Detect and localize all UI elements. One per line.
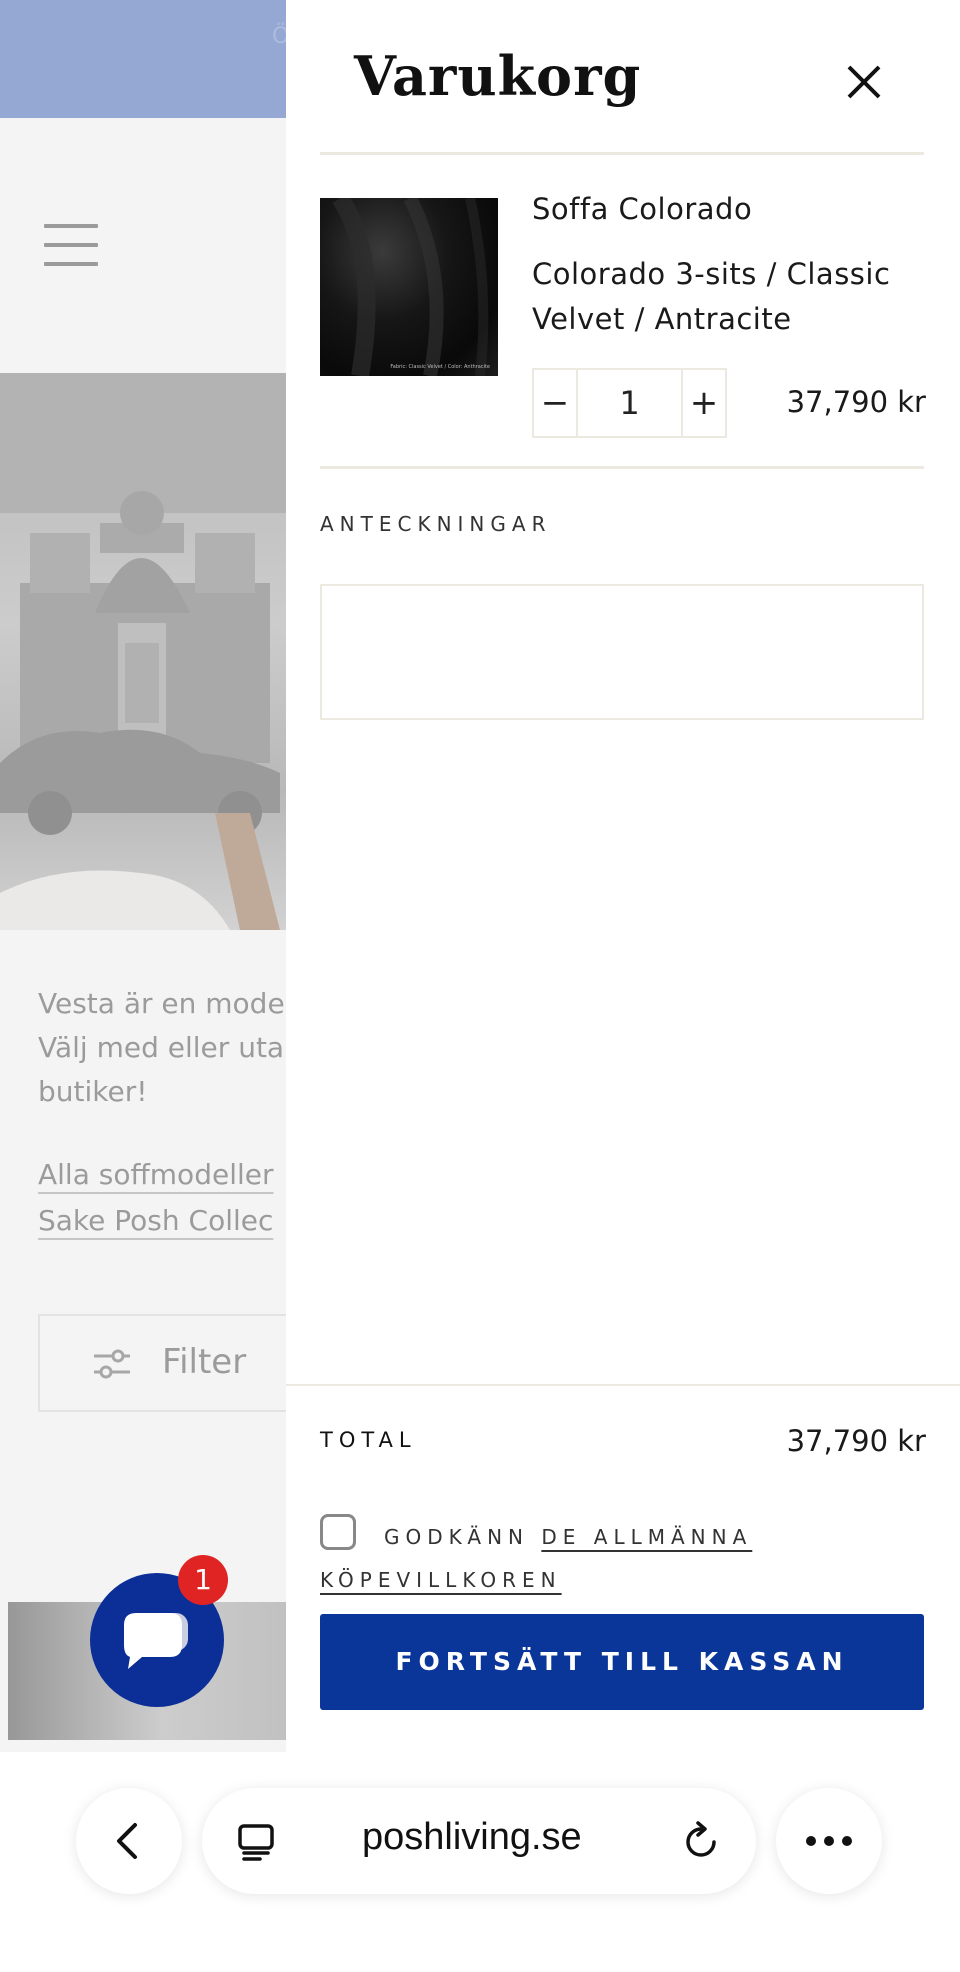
chat-notification-badge: 1 bbox=[178, 1555, 228, 1605]
tabs-overview-icon bbox=[238, 1824, 274, 1861]
image-caption: Fabric: Classic Velvet / Color: Anthraci… bbox=[390, 364, 490, 370]
announcement-overlay bbox=[0, 0, 286, 118]
total-label: TOTAL bbox=[320, 1428, 417, 1452]
back-button[interactable] bbox=[76, 1788, 182, 1894]
hamburger-menu-icon[interactable] bbox=[44, 224, 98, 266]
close-cart-button[interactable] bbox=[834, 52, 894, 112]
terms-prefix: GODKÄNN bbox=[384, 1525, 530, 1549]
reload-icon[interactable] bbox=[680, 1820, 722, 1862]
decrease-quantity-button[interactable]: − bbox=[534, 370, 578, 436]
terms-text: GODKÄNN DE ALLMÄNNA KÖPEVILLKOREN bbox=[320, 1516, 940, 1602]
filter-label: Filter bbox=[162, 1342, 247, 1382]
total-value: 37,790 kr bbox=[786, 1424, 926, 1458]
more-options-button[interactable] bbox=[776, 1788, 882, 1894]
notes-label: ANTECKNINGAR bbox=[320, 512, 552, 536]
chevron-left-icon bbox=[117, 1823, 137, 1859]
link-sake-collection[interactable]: Sake Posh Collec bbox=[38, 1198, 273, 1244]
hero-image bbox=[0, 373, 286, 930]
cart-item-image[interactable]: Fabric: Classic Velvet / Color: Anthraci… bbox=[320, 198, 498, 376]
quantity-stepper: − 1 + bbox=[532, 368, 727, 438]
cart-item-variant: Colorado 3-sits / Classic Velvet / Antra… bbox=[532, 257, 891, 336]
address-bar[interactable]: poshliving.se bbox=[202, 1788, 756, 1894]
cart-title: Varukorg bbox=[354, 44, 642, 108]
item-divider bbox=[320, 466, 924, 469]
cart-item-name[interactable]: Soffa Colorado bbox=[532, 192, 752, 226]
more-dots-icon bbox=[806, 1836, 852, 1846]
url-text: poshliving.se bbox=[362, 1816, 582, 1858]
cart-drawer: Varukorg Fabric: Classic Velvet / Color:… bbox=[286, 0, 960, 1752]
header-divider bbox=[320, 152, 924, 155]
link-all-sofas[interactable]: Alla soffmodeller bbox=[38, 1152, 273, 1198]
footer-divider bbox=[286, 1384, 960, 1386]
sliders-icon bbox=[94, 1349, 130, 1379]
browser-toolbar: poshliving.se bbox=[0, 1752, 960, 1972]
close-icon bbox=[847, 65, 881, 99]
quantity-input[interactable]: 1 bbox=[580, 370, 679, 436]
checkout-button[interactable]: FORTSÄTT TILL KASSAN bbox=[320, 1614, 924, 1710]
increase-quantity-button[interactable]: + bbox=[681, 370, 725, 436]
cart-item-price: 37,790 kr bbox=[786, 385, 926, 419]
collection-links: Alla soffmodeller Sake Posh Collec bbox=[38, 1152, 273, 1244]
notes-textarea[interactable] bbox=[320, 584, 924, 720]
